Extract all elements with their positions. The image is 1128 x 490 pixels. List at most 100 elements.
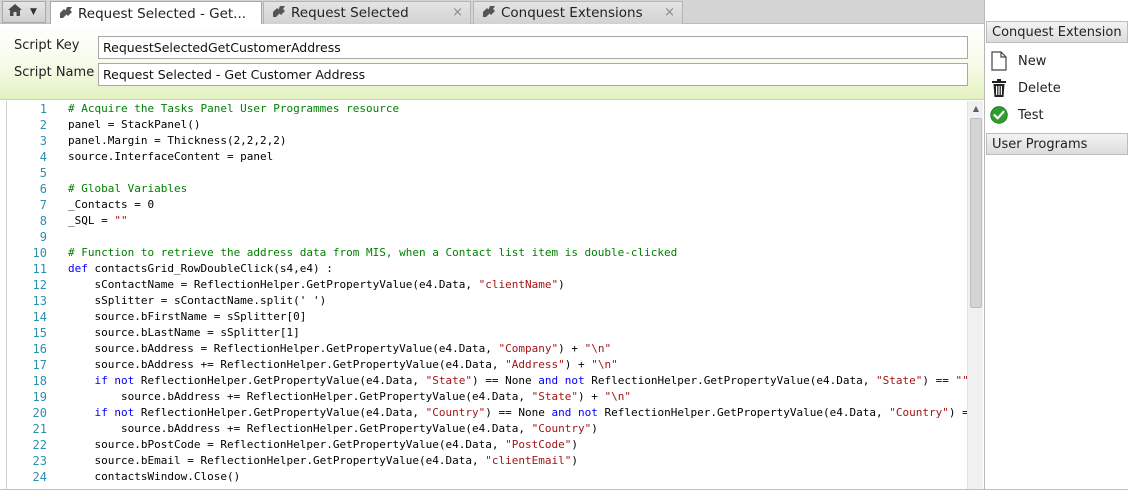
script-name-input[interactable] [98, 63, 968, 86]
code-token: "\n" [604, 390, 631, 403]
home-button[interactable]: ▼ [2, 1, 46, 23]
home-icon [7, 3, 23, 21]
code-line[interactable]: 12 sContactName = ReflectionHelper.GetPr… [7, 277, 967, 293]
delete-button[interactable]: Delete [989, 76, 1125, 100]
code-token: # Global Variables [68, 182, 188, 195]
code-line[interactable]: 23 source.bEmail = ReflectionHelper.GetP… [7, 453, 967, 469]
trash-icon [989, 78, 1009, 98]
code-token: ) [571, 454, 578, 467]
code-token: ReflectionHelper.GetPropertyValue(e4.Dat… [597, 406, 890, 419]
puzzle-icon [58, 5, 74, 23]
tab-label: Conquest Extensions [501, 5, 643, 21]
code-token: "State" [876, 374, 923, 387]
test-button[interactable]: Test [989, 103, 1125, 127]
code-text: source.bAddress += ReflectionHelper.GetP… [68, 389, 631, 405]
line-number: 11 [32, 262, 47, 276]
user-programs-header[interactable]: User Programs [986, 133, 1128, 155]
code-token: "clientEmail" [485, 454, 572, 467]
code-token: ) + [577, 390, 605, 403]
line-number: 7 [39, 198, 47, 212]
code-line[interactable]: 18 if not ReflectionHelper.GetPropertyVa… [7, 373, 969, 389]
code-line[interactable]: 10 # Function to retrieve the address dat… [7, 245, 967, 261]
delete-label: Delete [1018, 80, 1061, 96]
code-text: source.bFirstName = sSplitter[0] [68, 309, 306, 325]
code-text: def contactsGrid_RowDoubleClick(s4,e4) : [68, 261, 333, 277]
line-number: 8 [39, 214, 47, 228]
code-token: source.bLastName = sSplitter[1] [68, 326, 300, 339]
line-number: 24 [32, 470, 47, 484]
code-line[interactable]: 22 source.bPostCode = ReflectionHelper.G… [7, 437, 967, 453]
code-line[interactable]: 24 contactsWindow.Close() [7, 469, 967, 485]
code-token: ) = [948, 406, 969, 419]
code-line[interactable]: 6 # Global Variables [7, 181, 967, 197]
code-token: "\n" [584, 342, 612, 355]
code-token: contactsWindow.Close() [68, 470, 241, 483]
code-token: "clientName" [478, 278, 559, 291]
new-document-icon [989, 51, 1009, 71]
scrollbar-thumb[interactable] [970, 118, 982, 308]
line-number: 19 [32, 390, 47, 404]
check-circle-icon [989, 105, 1009, 125]
code-line[interactable]: 9 [7, 229, 967, 245]
script-key-input[interactable] [98, 36, 968, 59]
code-line[interactable]: 2 panel = StackPanel() [7, 117, 967, 133]
code-line[interactable]: 8 _SQL = "" [7, 213, 967, 229]
line-number: 16 [32, 342, 47, 356]
code-area[interactable]: 1 # Acquire the Tasks Panel User Programm… [7, 101, 969, 490]
code-line[interactable]: 5 [7, 165, 967, 181]
tab-label: Request Selected - Get... [78, 5, 247, 22]
code-token: "Country" [889, 406, 949, 419]
code-text: # Function to retrieve the address data … [68, 245, 677, 261]
code-token: ) + [564, 358, 592, 371]
line-number: 12 [32, 278, 47, 292]
chevron-down-icon[interactable]: ▼ [30, 7, 37, 17]
code-line[interactable]: 14 source.bFirstName = sSplitter[0] [7, 309, 967, 325]
new-button[interactable]: New [989, 49, 1125, 73]
code-token: ) == [922, 374, 956, 387]
code-token: ) [571, 438, 578, 451]
line-number: 13 [32, 294, 47, 308]
tab-conquest-extensions[interactable]: Conquest Extensions × [473, 1, 683, 24]
code-line[interactable]: 19 source.bAddress += ReflectionHelper.G… [7, 389, 967, 405]
code-line[interactable]: 20 if not ReflectionHelper.GetPropertyVa… [7, 405, 969, 421]
code-text: source.InterfaceContent = panel [68, 149, 273, 165]
code-token: ) == None [472, 374, 539, 387]
vertical-scrollbar[interactable]: ▲ [967, 101, 983, 490]
code-line[interactable]: 7 _Contacts = 0 [7, 197, 967, 213]
code-text: source.bAddress += ReflectionHelper.GetP… [68, 421, 598, 437]
line-number: 21 [32, 422, 47, 436]
tab-request-selected-get[interactable]: Request Selected - Get... [50, 1, 262, 25]
code-token: sSplitter = sContactName.split(' ') [68, 294, 327, 307]
code-line[interactable]: 15 source.bLastName = sSplitter[1] [7, 325, 967, 341]
code-token: ) [591, 422, 598, 435]
close-icon[interactable]: × [664, 5, 675, 20]
code-text: source.bAddress += ReflectionHelper.GetP… [68, 357, 617, 373]
test-label: Test [1018, 107, 1044, 123]
code-editor[interactable]: 1 # Acquire the Tasks Panel User Programm… [6, 101, 983, 490]
code-line[interactable]: 11 def contactsGrid_RowDoubleClick(s4,e4)… [7, 261, 967, 277]
right-panel: Conquest Extension New Delete Test User … [984, 0, 1128, 490]
conquest-extension-header[interactable]: Conquest Extension [986, 21, 1128, 43]
code-text: source.bAddress = ReflectionHelper.GetPr… [68, 341, 611, 357]
close-icon[interactable]: × [452, 5, 463, 20]
line-number: 5 [39, 166, 47, 180]
code-line[interactable]: 3 panel.Margin = Thickness(2,2,2,2) [7, 133, 967, 149]
code-text: sSplitter = sContactName.split(' ') [68, 293, 326, 309]
code-token: # Acquire the Tasks Panel User Programme… [68, 102, 400, 115]
code-line[interactable]: 1 # Acquire the Tasks Panel User Programm… [7, 101, 967, 117]
code-token: "Company" [498, 342, 559, 355]
tab-request-selected[interactable]: Request Selected × [263, 1, 471, 24]
code-line[interactable]: 16 source.bAddress = ReflectionHelper.Ge… [7, 341, 967, 357]
code-token: if not [68, 374, 135, 387]
line-number: 14 [32, 310, 47, 324]
line-number: 20 [32, 406, 47, 420]
puzzle-icon [481, 4, 497, 22]
code-line[interactable]: 13 sSplitter = sContactName.split(' ') [7, 293, 967, 309]
code-line[interactable]: 4 source.InterfaceContent = panel [7, 149, 967, 165]
scroll-up-icon[interactable]: ▲ [968, 101, 983, 117]
code-line[interactable]: 17 source.bAddress += ReflectionHelper.G… [7, 357, 967, 373]
code-token: source.bAddress += ReflectionHelper.GetP… [68, 358, 506, 371]
code-line[interactable]: 21 source.bAddress += ReflectionHelper.G… [7, 421, 967, 437]
code-text: source.bLastName = sSplitter[1] [68, 325, 300, 341]
code-text: sContactName = ReflectionHelper.GetPrope… [68, 277, 564, 293]
